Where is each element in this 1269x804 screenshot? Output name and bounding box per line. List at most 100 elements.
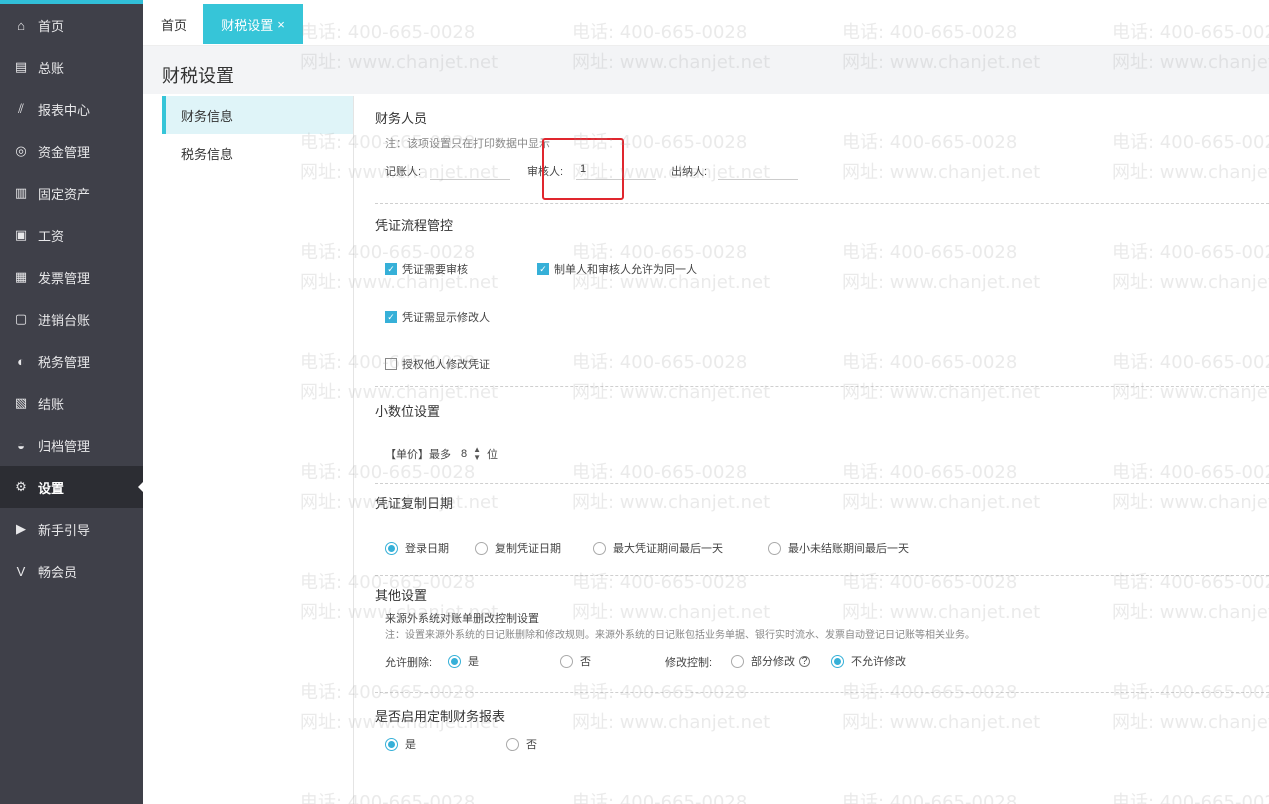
tab-bar: 首页 财税设置 × (143, 0, 1269, 46)
sidebar-item-vip[interactable]: V 畅会员 (0, 550, 143, 592)
other-subtitle: 来源外系统对账单删改控制设置 (385, 613, 539, 625)
sidebar-item-label: 固定资产 (38, 186, 91, 202)
copy-date-max-period-radio[interactable]: 最大凭证期间最后一天 (593, 540, 723, 556)
finance-staff-note: 注：该项设置只在打印数据中显示 (385, 138, 550, 150)
page-header: 财税设置 (143, 46, 1269, 94)
radio-empty-icon (475, 541, 488, 555)
subnav-tax-info[interactable]: 税务信息 (162, 134, 353, 172)
cashier-input[interactable] (718, 158, 798, 180)
radio-empty-icon (768, 541, 781, 555)
sidebar-item-ledger[interactable]: ▤ 总账 (0, 46, 143, 88)
sidebar-item-asset[interactable]: ▥ 固定资产 (0, 172, 143, 214)
subnav-label: 税务信息 (181, 146, 234, 162)
sidebar-item-archive[interactable]: ◒ 归档管理 (0, 424, 143, 466)
section-divider (375, 483, 1269, 484)
sidebar-item-label: 税务管理 (38, 354, 91, 370)
bookkeeper-input[interactable] (430, 158, 510, 180)
sidebar-item-label: 工资 (38, 228, 65, 244)
settings-subnav: 财务信息 税务信息 (162, 96, 353, 804)
sidebar-item-home[interactable]: ⌂ 首页 (0, 4, 143, 46)
stepper-arrows-icon[interactable]: ▲ ▼ (473, 446, 481, 462)
need-review-label: 凭证需要审核 (402, 264, 468, 276)
show-modifier-checkbox[interactable]: ✓ 凭证需显示修改人 (385, 309, 490, 325)
sidebar-item-inventory[interactable]: ▢ 进销台账 (0, 298, 143, 340)
checkbox-empty-icon (385, 358, 397, 370)
same-person-checkbox[interactable]: ✓ 制单人和审核人允许为同一人 (537, 261, 697, 277)
tax-icon: ◐ (17, 353, 25, 369)
allow-delete-yes-radio[interactable]: 是 (448, 653, 479, 669)
unit-suffix: 位 (487, 449, 499, 461)
sidebar-item-label: 归档管理 (38, 438, 91, 454)
sidebar-item-tax[interactable]: ◐ 税务管理 (0, 340, 143, 382)
checkbox-checked-icon: ✓ (385, 263, 397, 275)
subnav-finance-info[interactable]: 财务信息 (162, 96, 353, 134)
cashier-label: 出纳人: (671, 166, 708, 178)
need-review-checkbox[interactable]: ✓ 凭证需要审核 (385, 261, 468, 277)
guide-icon: ▶ (16, 521, 26, 536)
gear-icon: ⚙ (15, 479, 27, 494)
radio-label: 不允许修改 (851, 656, 906, 668)
section-divider (375, 692, 1269, 693)
radio-label: 部分修改 (751, 656, 795, 668)
allow-delete-no-radio[interactable]: 否 (560, 653, 591, 669)
bookkeeper-label: 记账人: (385, 166, 422, 178)
radio-label: 最小未结账期间最后一天 (788, 543, 909, 555)
radio-empty-icon (506, 737, 519, 751)
show-modifier-label: 凭证需显示修改人 (402, 312, 490, 324)
sidebar-item-label: 首页 (38, 18, 65, 34)
radio-label: 是 (468, 656, 479, 668)
section-decimal-title: 小数位设置 (375, 404, 441, 419)
copy-date-voucher-radio[interactable]: 复制凭证日期 (475, 540, 561, 556)
invoice-icon: ▦ (14, 269, 28, 284)
asset-icon: ▥ (14, 185, 28, 200)
disallow-modify-radio[interactable]: 不允许修改 (831, 653, 906, 669)
sidebar-item-label: 进销台账 (38, 312, 91, 328)
sidebar-item-label: 报表中心 (38, 102, 91, 118)
close-icon[interactable]: × (277, 17, 285, 32)
sidebar-item-label: 资金管理 (38, 144, 91, 160)
authorize-modify-checkbox[interactable]: 授权他人修改凭证 (385, 356, 490, 372)
custom-report-yes-radio[interactable]: 是 (385, 736, 416, 752)
copy-date-min-open-period-radio[interactable]: 最小未结账期间最后一天 (768, 540, 909, 556)
section-divider (375, 575, 1269, 576)
radio-label: 登录日期 (405, 543, 449, 555)
modify-control-label: 修改控制: (665, 657, 713, 669)
sidebar-item-invoice[interactable]: ▦ 发票管理 (0, 256, 143, 298)
sidebar-item-chart[interactable]: ⫽ 报表中心 (0, 88, 143, 130)
sidebar-item-money[interactable]: ◎ 资金管理 (0, 130, 143, 172)
other-note: 注：设置来源外系统的日记账删除和修改规则。来源外系统的日记账包括业务单据、银行实… (385, 630, 975, 641)
sidebar-item-label: 总账 (38, 60, 65, 76)
unit-price-value[interactable]: 8 (461, 448, 467, 460)
copy-date-login-radio[interactable]: 登录日期 (385, 540, 449, 556)
money-icon: ◎ (15, 143, 27, 158)
radio-label: 最大凭证期间最后一天 (613, 543, 723, 555)
help-icon[interactable]: ? (799, 655, 810, 667)
inventory-icon: ▢ (14, 311, 28, 326)
subnav-label: 财务信息 (181, 108, 234, 124)
sidebar: ⌂ 首页 ▤ 总账 ⫽ 报表中心 ◎ 资金管理 ▥ 固定资产 ▣ 工资 ▦ 发票管理 ▢ 进销台账 ◐ 税务管理 ▧… (0, 0, 144, 804)
section-other-title: 其他设置 (375, 588, 428, 603)
unit-price-decimal-row: 【单价】最多 8 ▲ ▼ 位 (385, 446, 498, 462)
radio-label: 是 (405, 739, 416, 751)
sidebar-item-gear[interactable]: ⚙ 设置 (0, 466, 144, 508)
sidebar-item-guide[interactable]: ▶ 新手引导 (0, 508, 143, 550)
home-icon: ⌂ (17, 17, 25, 33)
partial-modify-radio[interactable]: 部分修改? (731, 653, 810, 669)
same-person-label: 制单人和审核人允许为同一人 (554, 264, 697, 276)
tab-tax-settings-label: 财税设置 (221, 17, 274, 33)
tab-tax-settings[interactable]: 财税设置 × (203, 4, 303, 44)
tab-home-label: 首页 (161, 17, 188, 33)
sidebar-item-close-account[interactable]: ▧ 结账 (0, 382, 143, 424)
custom-report-no-radio[interactable]: 否 (506, 736, 537, 752)
tab-home[interactable]: 首页 (147, 4, 201, 44)
radio-empty-icon (593, 541, 606, 555)
unit-price-label: 【单价】最多 (385, 449, 451, 461)
sidebar-nav: ⌂ 首页 ▤ 总账 ⫽ 报表中心 ◎ 资金管理 ▥ 固定资产 ▣ 工资 ▦ 发票管理 ▢ 进销台账 ◐ 税务管理 ▧… (0, 4, 144, 592)
salary-icon: ▣ (14, 227, 28, 242)
radio-selected-icon (448, 654, 461, 668)
radio-selected-icon (385, 737, 398, 751)
page-title: 财税设置 (162, 66, 234, 86)
radio-selected-icon (385, 541, 398, 555)
section-divider (375, 386, 1269, 387)
sidebar-item-salary[interactable]: ▣ 工资 (0, 214, 143, 256)
